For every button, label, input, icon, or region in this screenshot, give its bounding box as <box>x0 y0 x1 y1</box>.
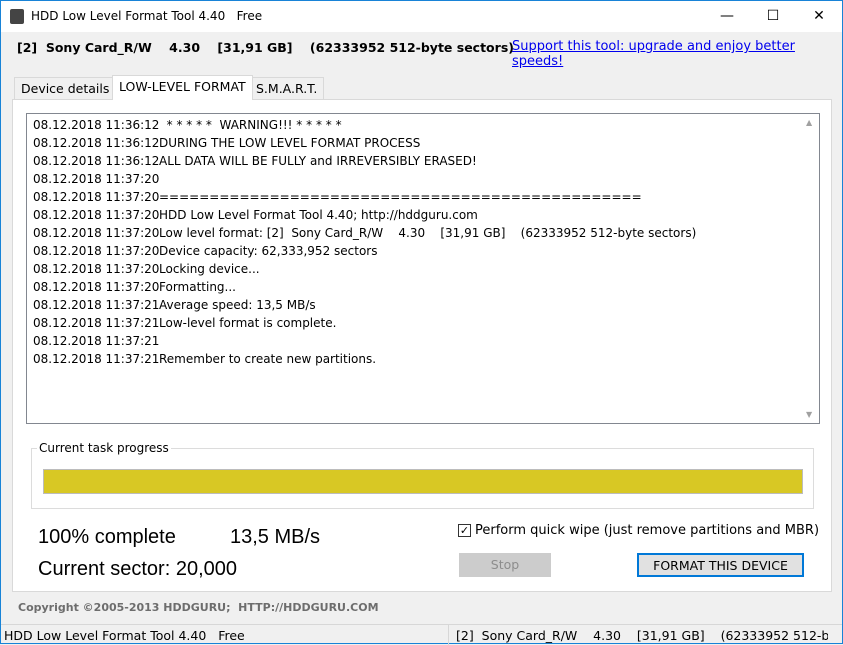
log-timestamp: 08.12.2018 11:36:12 <box>33 154 160 168</box>
copyright: Copyright ©2005-2013 HDDGURU; HTTP://HDD… <box>18 601 379 614</box>
status-bar: HDD Low Level Format Tool 4.40 Free [2] … <box>1 624 842 645</box>
log-message: Average speed: 13,5 MB/s <box>159 298 316 312</box>
log-line: 08.12.2018 11:37:21 <box>33 334 159 348</box>
status-divider <box>448 625 449 645</box>
scroll-up-icon[interactable]: ▲ <box>806 118 812 127</box>
quick-wipe-checkbox[interactable]: ✓ <box>458 524 471 537</box>
support-link[interactable]: Support this tool: upgrade and enjoy bet… <box>512 39 842 69</box>
close-button[interactable]: ✕ <box>796 1 842 32</box>
log-line: 08.12.2018 11:36:12ALL DATA WILL BE FULL… <box>33 154 477 168</box>
log-message: HDD Low Level Format Tool 4.40; http://h… <box>159 208 478 222</box>
log-line: 08.12.2018 11:37:20Locking device... <box>33 262 260 276</box>
status-app: HDD Low Level Format Tool 4.40 Free <box>4 628 245 643</box>
log-timestamp: 08.12.2018 11:37:20 <box>33 208 160 222</box>
log-message: Locking device... <box>159 262 260 276</box>
percent-complete: 100% complete <box>38 526 176 548</box>
log-timestamp: 08.12.2018 11:37:20 <box>33 172 160 186</box>
log-message: ========================================… <box>159 190 642 204</box>
log-message: Device capacity: 62,333,952 sectors <box>159 244 378 258</box>
progress-bar <box>43 469 803 494</box>
log-message: Low level format: [2] Sony Card_R/W 4.30… <box>159 226 697 240</box>
log-timestamp: 08.12.2018 11:37:20 <box>33 190 160 204</box>
log-timestamp: 08.12.2018 11:36:12 <box>33 136 160 150</box>
progress-fill <box>44 470 802 493</box>
log-message: Low-level format is complete. <box>159 316 337 330</box>
log-message: DURING THE LOW LEVEL FORMAT PROCESS <box>159 136 421 150</box>
status-device: [2] Sony Card_R/W 4.30 [31,91 GB] (62333… <box>456 628 828 643</box>
log-timestamp: 08.12.2018 11:37:21 <box>33 316 160 330</box>
tab-low-level-format[interactable]: LOW-LEVEL FORMAT <box>112 75 253 100</box>
log-line: 08.12.2018 11:37:21Average speed: 13,5 M… <box>33 298 316 312</box>
log-message: Remember to create new partitions. <box>159 352 377 366</box>
current-sector: Current sector: 20,000 <box>38 558 237 580</box>
log-line: 08.12.2018 11:37:20 <box>33 172 159 186</box>
tab-smart[interactable]: S.M.A.R.T. <box>249 77 325 99</box>
log-line: 08.12.2018 11:37:20=====================… <box>33 190 642 204</box>
log-message: Formatting... <box>159 280 236 294</box>
progress-group-label: Current task progress <box>37 441 171 455</box>
minimize-button[interactable]: — <box>704 1 750 32</box>
log-timestamp: 08.12.2018 11:37:21 <box>33 352 160 366</box>
speed-readout: 13,5 MB/s <box>230 526 321 548</box>
tab-device-details[interactable]: Device details <box>14 77 117 99</box>
title-bar: HDD Low Level Format Tool 4.40 Free — ☐ … <box>1 1 842 32</box>
log-line: 08.12.2018 11:37:21Remember to create ne… <box>33 352 376 366</box>
device-info: [2] Sony Card_R/W 4.30 [31,91 GB] (62333… <box>17 40 514 55</box>
log-line: 08.12.2018 11:36:12 * * * * * WARNING!!!… <box>33 118 342 132</box>
window-title: HDD Low Level Format Tool 4.40 Free <box>31 9 263 23</box>
log-message: * * * * * WARNING!!! * * * * * <box>159 118 342 132</box>
log-timestamp: 08.12.2018 11:37:20 <box>33 226 160 240</box>
log-timestamp: 08.12.2018 11:37:20 <box>33 280 160 294</box>
maximize-button[interactable]: ☐ <box>750 1 796 32</box>
log-line: 08.12.2018 11:37:20HDD Low Level Format … <box>33 208 478 222</box>
format-device-button[interactable]: FORMAT THIS DEVICE <box>637 553 804 577</box>
log-timestamp: 08.12.2018 11:37:21 <box>33 298 160 312</box>
hdd-icon <box>10 9 24 24</box>
scroll-down-icon[interactable]: ▼ <box>806 410 812 419</box>
log-timestamp: 08.12.2018 11:37:21 <box>33 334 160 348</box>
log-timestamp: 08.12.2018 11:37:20 <box>33 244 160 258</box>
log-message: ALL DATA WILL BE FULLY and IRREVERSIBLY … <box>159 154 477 168</box>
log-line: 08.12.2018 11:36:12DURING THE LOW LEVEL … <box>33 136 420 150</box>
log-timestamp: 08.12.2018 11:36:12 <box>33 118 160 132</box>
quick-wipe-label[interactable]: Perform quick wipe (just remove partitio… <box>475 523 819 538</box>
log-timestamp: 08.12.2018 11:37:20 <box>33 262 160 276</box>
log-box[interactable]: 08.12.2018 11:36:12 * * * * * WARNING!!!… <box>26 113 820 424</box>
log-line: 08.12.2018 11:37:20Formatting... <box>33 280 236 294</box>
log-line: 08.12.2018 11:37:20Low level format: [2]… <box>33 226 696 240</box>
stop-button[interactable]: Stop <box>459 553 551 577</box>
log-line: 08.12.2018 11:37:20Device capacity: 62,3… <box>33 244 377 258</box>
log-line: 08.12.2018 11:37:21Low-level format is c… <box>33 316 336 330</box>
log-scrollbar[interactable]: ▲ ▼ <box>802 114 819 423</box>
